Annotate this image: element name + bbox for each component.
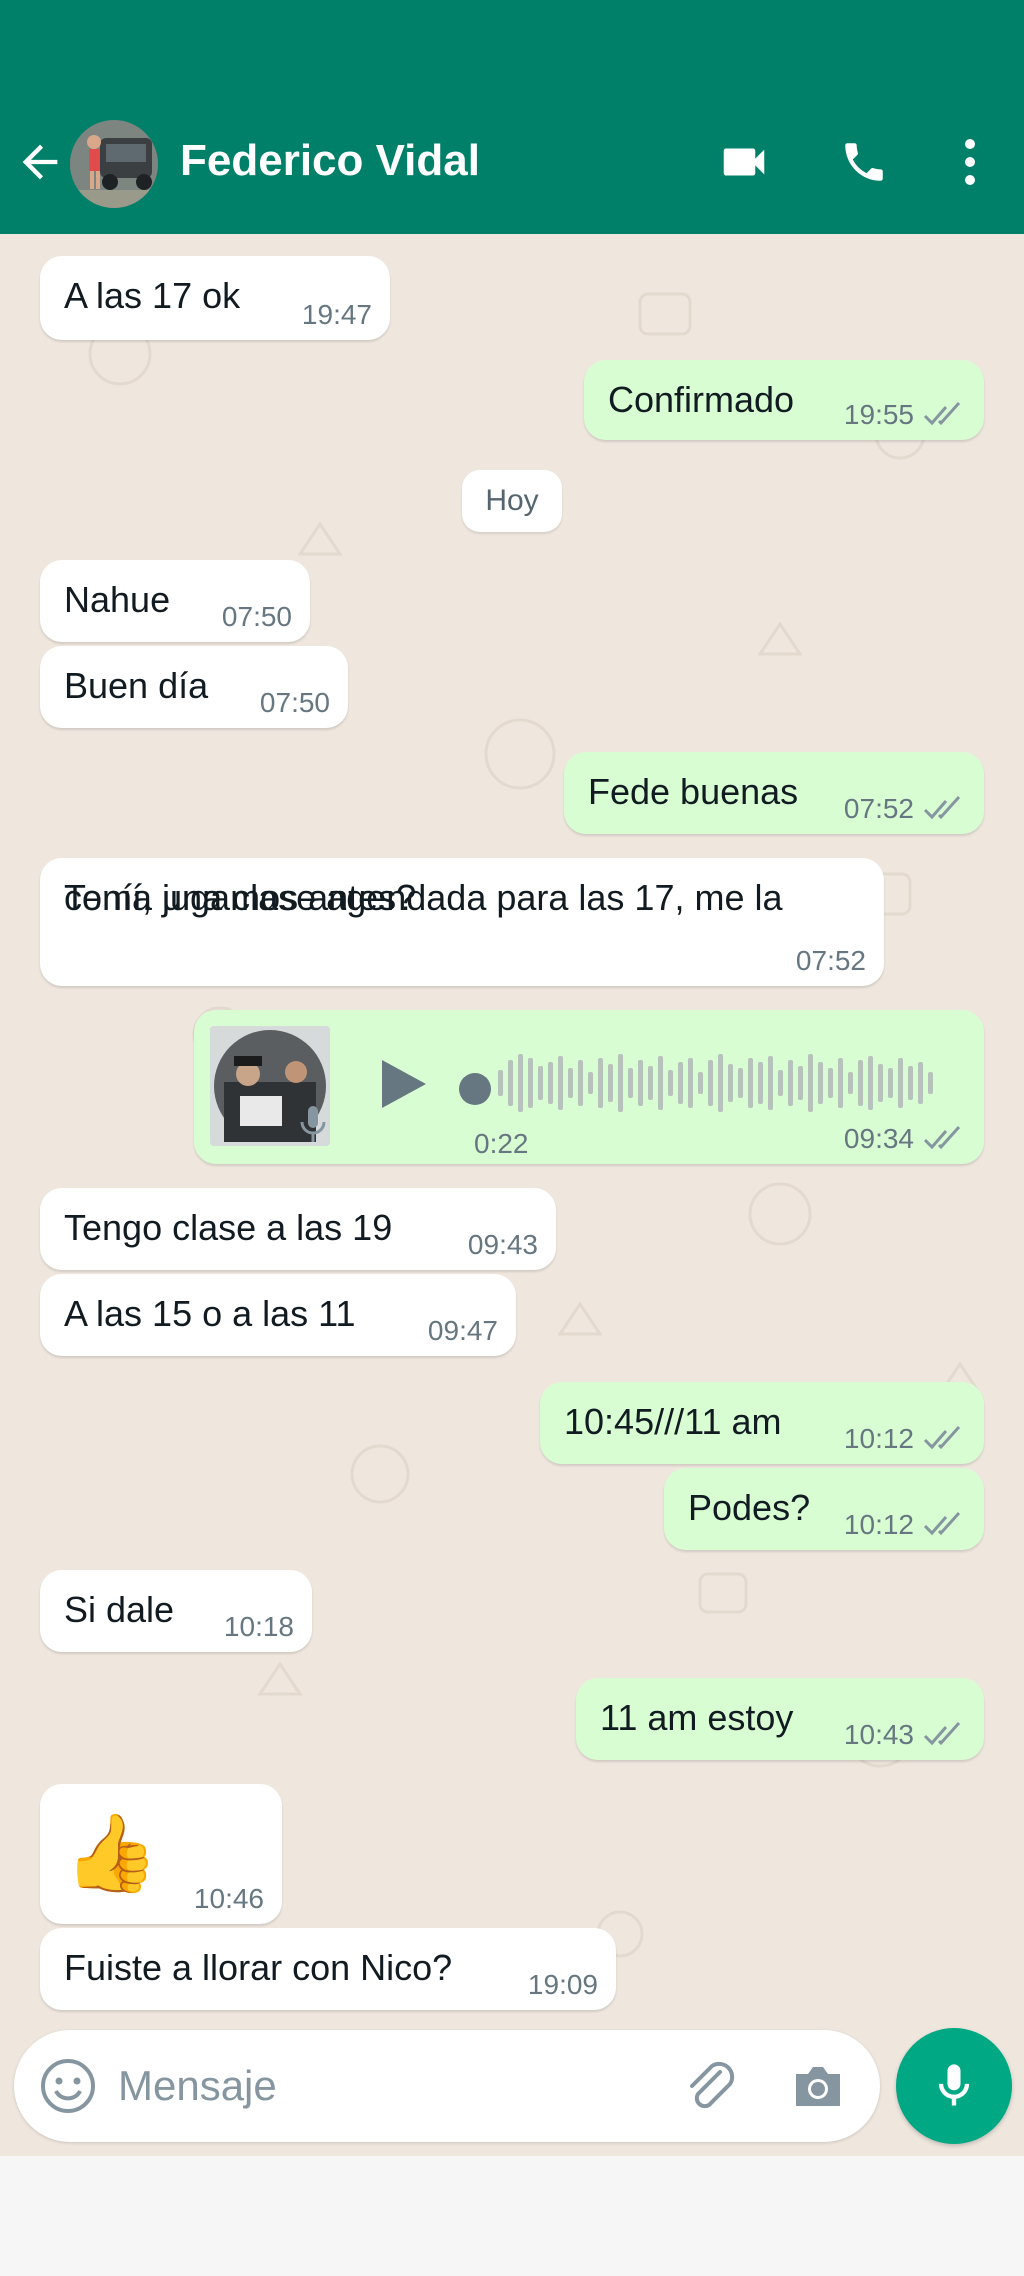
contact-name[interactable]: Federico Vidal <box>180 136 480 186</box>
message-time: 10:46 <box>193 1883 264 1914</box>
message-time: 19:09 <box>527 1969 598 2000</box>
more-options-icon[interactable] <box>938 130 1002 194</box>
message-time: 09:43 <box>467 1229 538 1260</box>
message-incoming[interactable]: A las 15 o a las 11 09:47 <box>40 1274 516 1356</box>
play-icon[interactable] <box>374 1056 430 1112</box>
message-text: Confirmado <box>608 379 795 420</box>
message-incoming[interactable]: Tengo clase a las 19 09:43 <box>40 1188 556 1270</box>
message-incoming[interactable]: Buen día 07:50 <box>40 646 348 728</box>
message-text: Podes? <box>688 1487 811 1528</box>
message-incoming[interactable]: Si dale 10:18 <box>40 1570 312 1652</box>
message-time: 10:18 <box>223 1611 294 1642</box>
message-text: 10:45///11 am <box>564 1401 782 1442</box>
read-ticks-icon <box>923 1511 961 1536</box>
attach-icon[interactable] <box>678 2054 742 2118</box>
voice-progress-handle[interactable] <box>459 1073 491 1105</box>
message-text: Tengo clase a las 19 <box>64 1207 393 1248</box>
thumbs-up-emoji: 👍 <box>64 1811 159 1896</box>
system-nav-bar <box>0 2156 1024 2276</box>
message-outgoing[interactable]: Podes? 10:12 <box>664 1468 984 1550</box>
mic-button[interactable] <box>896 2028 1012 2144</box>
message-text: A las 17 ok <box>64 275 241 316</box>
read-ticks-icon <box>923 401 961 426</box>
message-outgoing[interactable]: 10:45///11 am 10:12 <box>540 1382 984 1464</box>
message-input[interactable] <box>118 2050 678 2122</box>
read-ticks-icon <box>923 1425 961 1450</box>
message-time: 07:50 <box>221 601 292 632</box>
message-time: 19:47 <box>301 299 372 330</box>
message-time: 07:52 <box>844 794 966 824</box>
mic-icon <box>938 2064 970 2106</box>
video-call-icon[interactable] <box>712 130 776 194</box>
message-time: 09:47 <box>427 1315 498 1346</box>
message-text: Nahue <box>64 579 171 620</box>
read-ticks-icon <box>923 1721 961 1746</box>
contact-avatar[interactable] <box>70 120 158 208</box>
message-text: Fuiste a llorar con Nico? <box>64 1947 453 1988</box>
back-arrow-icon[interactable] <box>14 136 66 188</box>
phone-icon[interactable] <box>832 130 896 194</box>
camera-icon[interactable] <box>786 2054 850 2118</box>
voice-duration: 0:22 <box>474 1128 529 1159</box>
message-text: Buen día <box>64 665 209 706</box>
message-text: 11 am estoy <box>600 1697 794 1738</box>
chat-header: Federico Vidal <box>0 100 1024 234</box>
message-incoming-emoji[interactable]: 👍 10:46 <box>40 1784 282 1924</box>
message-time: 19:55 <box>844 400 966 430</box>
message-time: 10:12 <box>844 1424 966 1454</box>
emoji-icon[interactable] <box>38 2056 98 2116</box>
voice-waveform[interactable] <box>494 1048 934 1118</box>
message-incoming[interactable]: Tenía una clase agendada para las 17, me… <box>40 858 884 986</box>
message-outgoing[interactable]: 11 am estoy 10:43 <box>576 1678 984 1760</box>
message-time: 09:34 <box>844 1124 966 1154</box>
message-incoming[interactable]: Nahue 07:50 <box>40 560 310 642</box>
voice-sender-photo <box>210 1026 330 1146</box>
status-bar <box>0 0 1024 100</box>
mic-badge-icon <box>300 1106 326 1142</box>
message-time: 10:12 <box>844 1510 966 1540</box>
message-text: Fede buenas <box>588 771 799 812</box>
message-time: 10:43 <box>844 1720 966 1750</box>
message-time: 07:52 <box>795 945 866 976</box>
read-ticks-icon <box>923 1125 961 1150</box>
voice-message[interactable]: 0:22 09:34 <box>194 1010 984 1164</box>
message-outgoing[interactable]: Fede buenas 07:52 <box>564 752 984 834</box>
day-separator: Hoy <box>462 470 562 532</box>
message-incoming[interactable]: Fuiste a llorar con Nico? 19:09 <box>40 1928 616 2010</box>
message-time: 07:50 <box>259 687 330 718</box>
message-outgoing[interactable]: Confirmado 19:55 <box>584 360 984 440</box>
message-incoming[interactable]: A las 17 ok 19:47 <box>40 256 390 340</box>
message-composer <box>14 2030 880 2142</box>
message-text: A las 15 o a las 11 <box>64 1293 356 1334</box>
message-text: Si dale <box>64 1589 175 1630</box>
read-ticks-icon <box>923 795 961 820</box>
message-list[interactable]: A las 17 ok 19:47 Confirmado 19:55 Hoy N… <box>0 234 1024 2042</box>
